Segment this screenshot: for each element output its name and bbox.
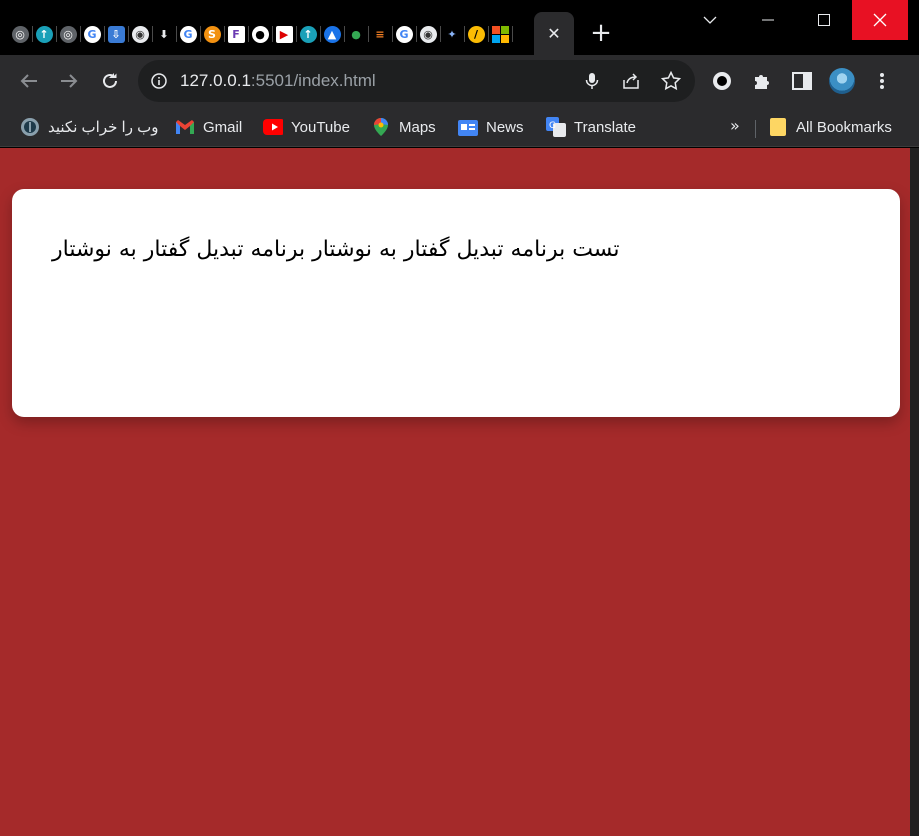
transcript-text: تست برنامه تبدیل گفتار به نوشتار برنامه … [52,237,620,262]
browser-title-bar: ◎ ↑ ◎ G ⇩ ◉ ⬇ G S F ● ▶ ↑ ▲ ● ≡ G ◉ ✦ / … [0,0,919,55]
new-tab-button[interactable]: + [588,20,614,46]
reload-button[interactable] [95,66,125,96]
chevron-down-icon [703,16,717,24]
close-window-button[interactable] [852,0,908,40]
maximize-button[interactable] [796,0,852,40]
tab-orange-logo-icon[interactable]: S [200,22,225,46]
tab-stackoverflow-icon[interactable]: ≡ [368,22,393,46]
tab-google-icon[interactable]: G [176,22,201,46]
bookmarks-bar: وب را خراب نکنید Gmail YouTube Maps News… [0,108,919,147]
bookmarks-divider [755,120,756,138]
tab-chrome-icon[interactable]: ◉ [416,22,441,46]
extension-circle-icon[interactable] [708,67,736,95]
tab-microsoft-icon[interactable] [488,22,513,46]
more-bookmarks-button[interactable]: » [730,116,740,135]
forward-button[interactable] [54,66,84,96]
maximize-icon [818,14,830,26]
tab-download-icon[interactable]: ⬇ [152,22,177,46]
voice-search-icon[interactable] [581,70,603,92]
tab-graduation-cap-icon[interactable]: ▲ [320,22,345,46]
bookmark-star-icon[interactable] [660,70,682,92]
youtube-icon [263,117,283,137]
address-bar[interactable]: 127.0.0.1:5501/index.html [138,60,695,102]
minimize-button[interactable] [740,0,796,40]
window-frame-edge [910,148,919,836]
profile-avatar[interactable] [828,67,856,95]
translate-icon: G [546,117,566,137]
svg-text:G: G [549,121,556,131]
site-info-icon[interactable] [150,72,168,94]
browser-toolbar: 127.0.0.1:5501/index.html [0,55,919,108]
maps-pin-icon [371,117,391,137]
all-bookmarks-folder[interactable]: All Bookmarks [768,115,892,139]
tab-strip: ◎ ↑ ◎ G ⇩ ◉ ⬇ G S F ● ▶ ↑ ▲ ● ≡ G ◉ ✦ / [8,22,513,46]
bookmark-news[interactable]: News [458,115,524,139]
tab-maps-pin-icon[interactable]: ● [344,22,369,46]
tab-github-icon[interactable]: ● [248,22,273,46]
tapsell-icon [20,117,40,137]
tab-globe-icon[interactable]: ◎ [56,22,81,46]
news-icon [458,117,478,137]
tab-globe-icon[interactable]: ◎ [8,22,33,46]
forward-arrow-icon [61,74,78,88]
bookmark-translate[interactable]: G Translate [546,115,636,139]
bookmark-label: All Bookmarks [796,118,892,136]
transcript-card: تست برنامه تبدیل گفتار به نوشتار برنامه … [12,189,900,417]
tab-inbox-download-icon[interactable]: ⇩ [104,22,129,46]
minimize-icon [762,19,774,21]
tab-gemini-icon[interactable]: ✦ [440,22,465,46]
back-button[interactable] [14,66,44,96]
tab-chrome-icon[interactable]: ◉ [128,22,153,46]
bookmark-label: وب را خراب نکنید [48,119,159,136]
tab-search-button[interactable] [682,0,738,40]
bookmark-item[interactable]: وب را خراب نکنید [20,115,159,139]
menu-kebab-icon[interactable] [868,67,896,95]
tab-f-logo-icon[interactable]: F [224,22,249,46]
bookmark-label: Maps [399,118,436,136]
tab-close-icon[interactable]: ✕ [547,24,560,43]
active-tab[interactable]: ✕ [534,12,574,55]
tab-tapsell-icon[interactable]: ↑ [32,22,57,46]
tab-yellow-logo-icon[interactable]: / [464,22,489,46]
tab-youtube-folder-icon[interactable]: ▶ [272,22,297,46]
tab-google-icon[interactable]: G [392,22,417,46]
side-panel-icon[interactable] [788,67,816,95]
bookmark-maps[interactable]: Maps [371,115,436,139]
bookmark-label: YouTube [291,118,350,136]
bookmark-label: Translate [574,118,636,136]
bookmark-label: Gmail [203,118,243,136]
close-icon [873,13,887,27]
bookmark-gmail[interactable]: Gmail [175,115,242,139]
tab-tapsell-icon[interactable]: ↑ [296,22,321,46]
back-arrow-icon [20,74,37,88]
bookmark-youtube[interactable]: YouTube [263,115,350,139]
gmail-icon [175,117,195,137]
folder-icon [768,117,788,137]
url-host: 127.0.0.1 [180,71,251,90]
url-path: :5501/index.html [250,71,376,90]
reload-icon [103,73,117,88]
tab-google-icon[interactable]: G [80,22,105,46]
page-viewport: تست برنامه تبدیل گفتار به نوشتار برنامه … [0,148,910,836]
url-text[interactable]: 127.0.0.1:5501/index.html [180,71,376,91]
extensions-puzzle-icon[interactable] [748,67,776,95]
share-icon[interactable] [620,70,642,92]
bookmark-label: News [486,118,524,136]
